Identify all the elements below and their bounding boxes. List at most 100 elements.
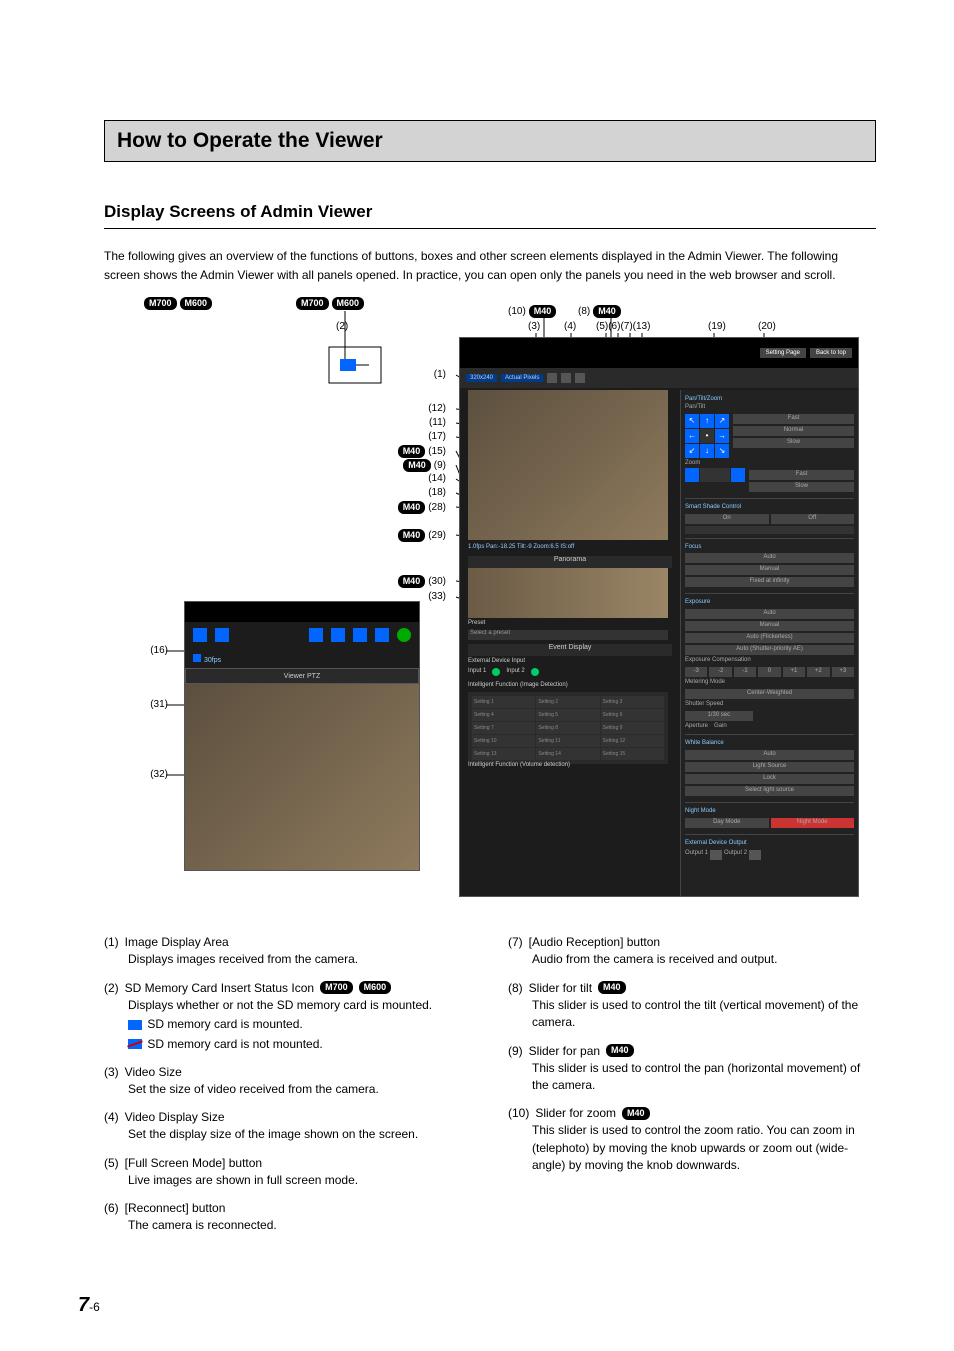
toolbar-icon[interactable]: [193, 628, 207, 642]
speed-slow[interactable]: Slow: [733, 438, 854, 448]
pan-tilt-pad[interactable]: ↖↑↗ ←•→ ↙↓↘: [685, 414, 729, 458]
zoom-slider[interactable]: [700, 468, 730, 482]
item-title: [Full Screen Mode] button: [125, 1156, 262, 1170]
metering-select[interactable]: Center-Weighted: [685, 689, 854, 699]
focus-auto[interactable]: Auto: [685, 553, 854, 563]
exposure-priority[interactable]: Auto (Shutter-priority AE): [685, 645, 854, 655]
callout-16: (16): [134, 645, 168, 656]
back-to-top-button[interactable]: Back to top: [810, 348, 852, 358]
shutter-speed-label: Shutter Speed: [685, 701, 854, 709]
night-mode-button[interactable]: Night Mode: [771, 818, 855, 828]
ptz-header: Pan/Tilt/Zoom: [685, 396, 854, 404]
preset-select[interactable]: Select a preset: [468, 630, 668, 640]
info-icon: [193, 654, 201, 662]
smart-shade-off[interactable]: Off: [771, 514, 855, 524]
list-item: (3)Video SizeSet the size of video recei…: [104, 1065, 472, 1098]
list-item: (6)[Reconnect] buttonThe camera is recon…: [104, 1201, 472, 1234]
toolbar-icon[interactable]: [375, 628, 389, 642]
item-body: Set the display size of the image shown …: [104, 1126, 472, 1143]
setting-page-button[interactable]: Setting Page: [760, 348, 806, 358]
item-title: Slider for tilt: [529, 981, 592, 995]
video-display-size-select[interactable]: Actual Pixels: [501, 374, 543, 382]
item-number: (7): [508, 935, 523, 949]
viewer-ptz-image[interactable]: [185, 684, 419, 870]
day-mode-button[interactable]: Day Mode: [685, 818, 769, 828]
wb-lock[interactable]: Lock: [685, 774, 854, 784]
toolbar-icon[interactable]: [309, 628, 323, 642]
record-indicator: [397, 628, 411, 642]
list-item: (1)Image Display AreaDisplays images rec…: [104, 935, 472, 968]
tag-m40: M40: [398, 575, 426, 588]
full-screen-icon[interactable]: [547, 373, 557, 383]
settings-grid: Setting 1Setting 2Setting 3 Setting 4Set…: [468, 692, 668, 764]
list-item: (8)Slider for tiltM40This slider is used…: [508, 981, 876, 1032]
shutter-speed-value[interactable]: 1/30 sec: [685, 711, 753, 721]
zoom-fast[interactable]: Fast: [749, 470, 854, 480]
exposure-comp-steps[interactable]: -3-2-10+1+2+3: [685, 667, 854, 677]
toolbar-icon[interactable]: [331, 628, 345, 642]
tag-m40: M40: [622, 1107, 650, 1120]
wb-auto[interactable]: Auto: [685, 750, 854, 760]
tag-cluster-top-left: M700 M600: [296, 297, 364, 310]
item-body: The camera is reconnected.: [104, 1217, 472, 1234]
item-body: This slider is used to control the pan (…: [508, 1060, 876, 1095]
page-footer: 7-6: [78, 1294, 100, 1317]
zoom-slow[interactable]: Slow: [749, 482, 854, 492]
item-number: (5): [104, 1156, 119, 1170]
image-display-area: [468, 390, 668, 540]
exposure-manual[interactable]: Manual: [685, 621, 854, 631]
item-title: Video Display Size: [125, 1110, 225, 1124]
video-size-select[interactable]: 320x240: [466, 374, 497, 382]
list-item: (9)Slider for panM40This slider is used …: [508, 1044, 876, 1095]
focus-manual[interactable]: Manual: [685, 565, 854, 575]
item-number: (1): [104, 935, 119, 949]
callout-3: (3): [528, 321, 540, 332]
exposure-comp-label: Exposure Compensation: [685, 657, 854, 665]
panorama-header: Panorama: [468, 556, 672, 568]
sd-not-mounted-line: SD memory card is not mounted.: [104, 1036, 472, 1053]
item-body: Set the size of video received from the …: [104, 1081, 472, 1098]
item-number: (10): [508, 1106, 529, 1120]
output1-toggle[interactable]: [710, 850, 722, 860]
exposure-auto[interactable]: Auto: [685, 609, 854, 619]
focus-infinity[interactable]: Fixed at infinity: [685, 577, 854, 587]
speed-normal[interactable]: Normal: [733, 426, 854, 436]
exposure-flickerless[interactable]: Auto (Flickerless): [685, 633, 854, 643]
fps-label: 30fps: [204, 657, 221, 664]
toolbar-icon[interactable]: [353, 628, 367, 642]
callout-56713: (5)(6)(7)(13): [596, 321, 650, 332]
callout-17: (17): [356, 431, 446, 442]
item-body: Live images are shown in full screen mod…: [104, 1172, 472, 1189]
reconnect-icon[interactable]: [561, 373, 571, 383]
tag-m40: M40: [598, 981, 626, 994]
callout-19: (19): [708, 321, 726, 332]
smart-shade-on[interactable]: On: [685, 514, 769, 524]
intro-paragraph: The following gives an overview of the f…: [104, 247, 876, 285]
white-balance-header: White Balance: [685, 740, 854, 748]
item-number: (4): [104, 1110, 119, 1124]
tag-m40: M40: [593, 305, 621, 318]
tag-m40: M40: [398, 445, 426, 458]
audio-reception-icon[interactable]: [575, 373, 585, 383]
input2-label: Input 2: [506, 668, 524, 676]
list-item: (4) Video Display Size Set the display siz…: [104, 1110, 472, 1143]
callout-30: M40(30): [356, 575, 446, 588]
item-title: Image Display Area: [125, 935, 229, 949]
speed-fast[interactable]: Fast: [733, 414, 854, 424]
tag-m700: M700: [320, 981, 353, 994]
ext-input-label: External Device Input: [468, 658, 525, 664]
viewer-ptz-header: Viewer PTZ: [185, 668, 419, 684]
status-line: 1.0fps Pan:-18.25 Tilt:-9 Zoom:6.5 IS:of…: [468, 544, 668, 550]
output2-toggle[interactable]: [749, 850, 761, 860]
smart-shade-slider[interactable]: [685, 526, 854, 534]
zoom-out-button[interactable]: [731, 468, 745, 482]
callout-32: (32): [134, 769, 168, 780]
tag-m600: M600: [180, 297, 213, 310]
item-title: Slider for pan: [529, 1044, 600, 1058]
toolbar-icon[interactable]: [215, 628, 229, 642]
tag-m40: M40: [606, 1044, 634, 1057]
wb-light-source[interactable]: Light Source: [685, 762, 854, 772]
figure: M700 M600 M700 M600 (10)M40(8)M40(3)(4)(…: [104, 297, 876, 917]
zoom-in-button[interactable]: [685, 468, 699, 482]
wb-select[interactable]: Select light source: [685, 786, 854, 796]
